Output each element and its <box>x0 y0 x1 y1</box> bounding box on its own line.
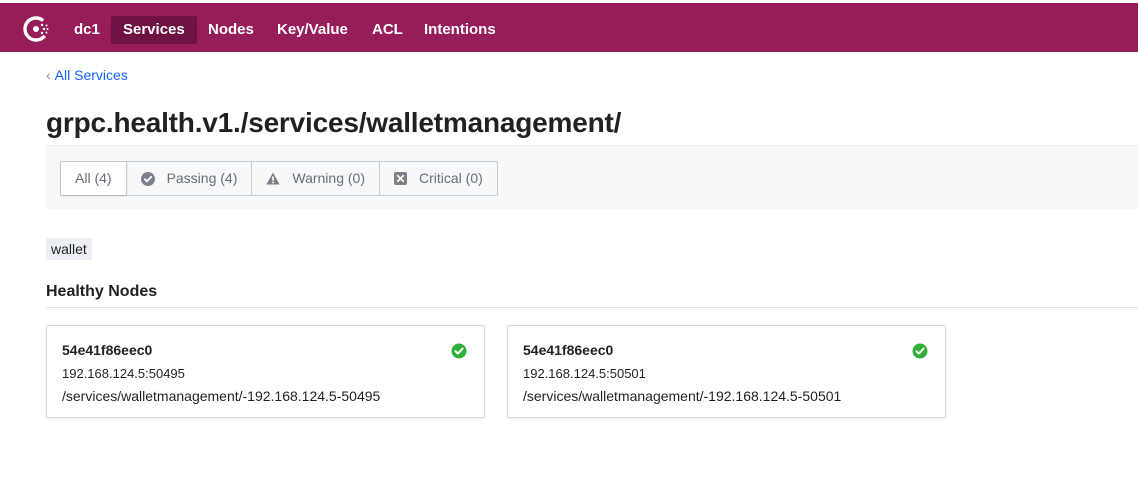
filter-all-button[interactable]: All (4) <box>61 162 127 195</box>
node-check-id: /services/walletmanagement/-192.168.124.… <box>523 388 842 404</box>
nav-item-key-value[interactable]: Key/Value <box>265 16 360 44</box>
breadcrumb-all-services[interactable]: ‹ All Services <box>46 67 128 83</box>
consul-logo-icon[interactable] <box>22 15 50 43</box>
node-address: 192.168.124.5:50495 <box>62 366 185 381</box>
datacenter-selector[interactable]: dc1 <box>62 16 112 44</box>
node-name: 54e41f86eec0 <box>523 342 614 358</box>
filter-warning-button[interactable]: Warning (0) <box>252 162 380 195</box>
breadcrumb-label[interactable]: All Services <box>55 67 128 83</box>
top-navigation-bar: dc1 Services Nodes Key/Value ACL Intenti… <box>0 3 1138 52</box>
health-filter-group: All (4) Passing (4) Warning (0) Critical… <box>60 161 498 196</box>
filter-critical-label: Critical (0) <box>419 170 483 186</box>
healthy-nodes-heading: Healthy Nodes <box>46 283 158 300</box>
section-divider <box>46 307 1138 308</box>
page-title: grpc.health.v1./services/walletmanagemen… <box>46 107 622 138</box>
filter-warning-label: Warning (0) <box>292 170 365 186</box>
check-circle-icon <box>912 343 928 359</box>
filter-passing-button[interactable]: Passing (4) <box>127 162 253 195</box>
nav-item-services[interactable]: Services <box>111 16 197 44</box>
nav-item-intentions[interactable]: Intentions <box>412 16 508 44</box>
node-card[interactable]: 54e41f86eec0 192.168.124.5:50501 /servic… <box>507 325 946 418</box>
nav-item-acl[interactable]: ACL <box>360 16 415 44</box>
node-card[interactable]: 54e41f86eec0 192.168.124.5:50495 /servic… <box>46 325 485 418</box>
warning-triangle-icon <box>266 172 280 185</box>
filter-all-label: All (4) <box>75 170 112 186</box>
filter-critical-button[interactable]: Critical (0) <box>380 162 497 195</box>
nav-item-nodes[interactable]: Nodes <box>196 16 266 44</box>
service-tag: wallet <box>46 238 92 260</box>
node-address: 192.168.124.5:50501 <box>523 366 646 381</box>
filter-passing-label: Passing (4) <box>166 170 238 186</box>
chevron-left-icon: ‹ <box>46 67 51 83</box>
health-filter-bar: All (4) Passing (4) Warning (0) Critical… <box>46 145 1138 209</box>
node-name: 54e41f86eec0 <box>62 342 153 358</box>
x-square-icon <box>394 172 407 185</box>
check-circle-icon <box>451 343 467 359</box>
check-circle-icon <box>140 171 155 186</box>
node-check-id: /services/walletmanagement/-192.168.124.… <box>62 388 381 404</box>
